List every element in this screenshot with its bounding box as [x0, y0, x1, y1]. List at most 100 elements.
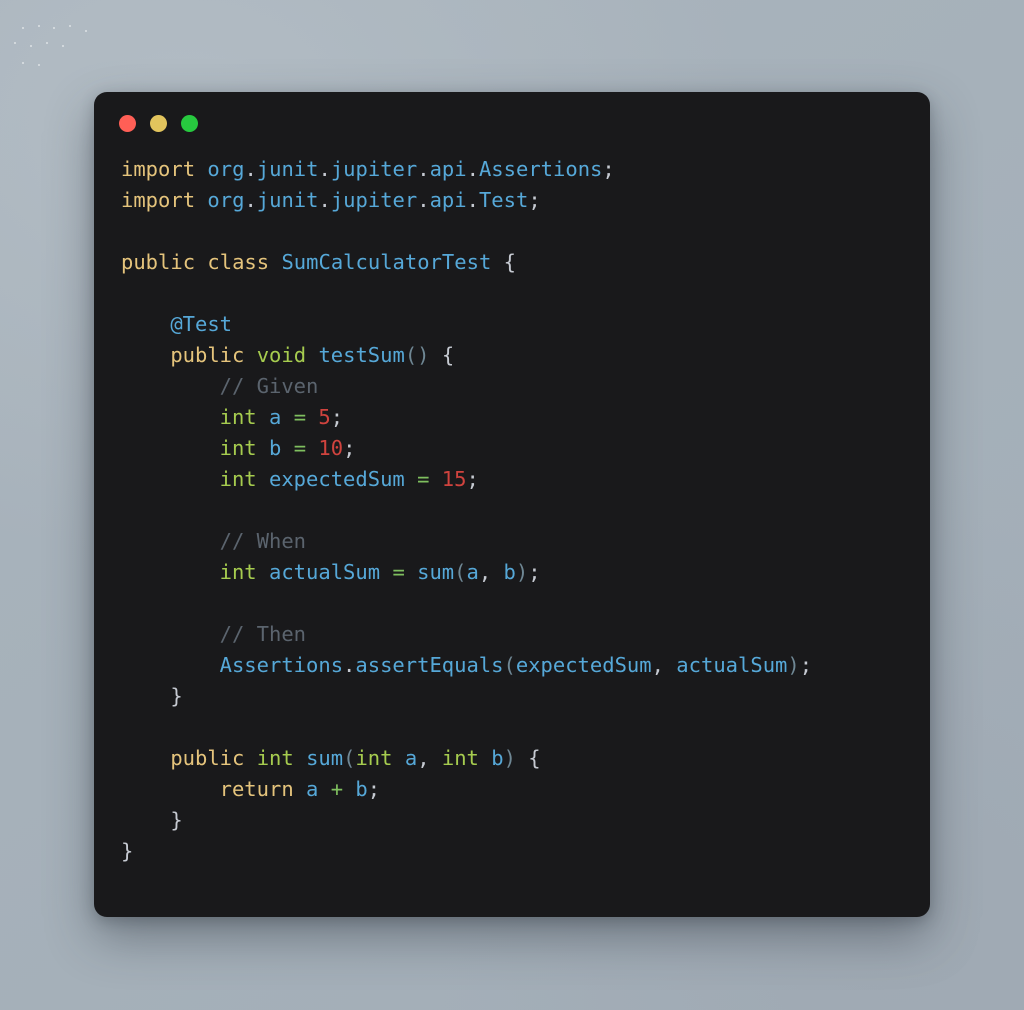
code-line: return a + b;: [121, 774, 930, 805]
code-token-id: junit: [256, 188, 319, 212]
code-token-id: Test: [478, 188, 529, 212]
code-token-op: =: [293, 405, 307, 429]
code-token-id: SumCalculatorTest: [281, 250, 492, 274]
code-token-id: Assertions: [478, 157, 603, 181]
code-token-pun: }: [121, 839, 134, 863]
code-token-op: =: [417, 467, 430, 491]
code-line: int a = 5;: [121, 402, 930, 433]
code-token-pun: .: [343, 653, 356, 677]
code-token-par: ): [503, 746, 516, 770]
code-line: int expectedSum = 15;: [121, 464, 930, 495]
code-token-id: actualSum: [269, 560, 381, 584]
code-token-id: a: [306, 777, 319, 801]
code-token-pun: [281, 436, 293, 460]
code-token-pun: {: [528, 746, 541, 770]
code-token-pun: [479, 746, 491, 770]
code-token-id: api: [429, 188, 467, 212]
code-token-typ: int: [256, 746, 294, 770]
code-token-pun: [244, 746, 256, 770]
code-token-pun: ;: [466, 467, 479, 491]
code-token-kw: class: [207, 250, 270, 274]
code-token-id: b: [355, 777, 368, 801]
code-token-id: a: [404, 746, 418, 770]
code-token-pun: [257, 405, 269, 429]
code-line: // Then: [121, 619, 930, 650]
code-token-pun: [405, 560, 417, 584]
code-token-typ: int: [441, 746, 479, 770]
code-token-op: =: [392, 560, 405, 584]
code-token-id: expectedSum: [515, 653, 652, 677]
code-token-pun: {: [441, 343, 455, 367]
code-token-id: b: [491, 746, 504, 770]
code-token-com: // Then: [219, 622, 307, 646]
code-token-id: sum: [306, 746, 344, 770]
code-token-kw: import: [121, 157, 196, 181]
code-token-kw: public: [170, 746, 245, 770]
code-block[interactable]: import org.junit.jupiter.api.Assertions;…: [94, 154, 930, 867]
code-token-par: ): [787, 653, 800, 677]
code-token-typ: int: [219, 436, 257, 460]
code-line: Assertions.assertEquals(expectedSum, act…: [121, 650, 930, 681]
code-line: }: [121, 805, 930, 836]
code-token-id: api: [429, 157, 467, 181]
code-token-pun: [195, 188, 207, 212]
code-token-pun: .: [417, 157, 430, 181]
code-token-kw: public: [170, 343, 245, 367]
code-token-pun: [516, 746, 528, 770]
code-token-pun: [257, 467, 269, 491]
code-token-id: b: [503, 560, 516, 584]
code-line: public int sum(int a, int b) {: [121, 743, 930, 774]
code-token-num: 5: [318, 405, 331, 429]
code-token-pun: [257, 436, 269, 460]
code-token-com: // Given: [219, 374, 319, 398]
maximize-button[interactable]: [181, 114, 198, 132]
code-token-pun: .: [244, 157, 257, 181]
code-token-pun: .: [466, 188, 479, 212]
code-token-pun: [195, 250, 207, 274]
code-token-id: assertEquals: [355, 653, 504, 677]
code-token-op: =: [293, 436, 307, 460]
code-line: public class SumCalculatorTest {: [121, 247, 930, 278]
code-token-pun: .: [318, 157, 331, 181]
code-token-pun: [393, 746, 405, 770]
close-button[interactable]: [119, 114, 136, 132]
decorative-dot-cluster: [14, 10, 87, 66]
code-token-typ: int: [355, 746, 393, 770]
code-token-pun: [294, 746, 306, 770]
code-token-par: ): [515, 560, 529, 584]
code-token-id: junit: [256, 157, 319, 181]
code-token-pun: [430, 746, 442, 770]
code-token-pun: ;: [799, 653, 813, 677]
code-token-pun: [430, 343, 442, 367]
code-token-pun: [294, 777, 306, 801]
code-token-pun: ;: [602, 157, 615, 181]
code-token-pun: [257, 560, 269, 584]
code-token-kw: public: [121, 250, 196, 274]
code-token-pun: [306, 436, 318, 460]
code-token-pun: ,: [651, 653, 664, 677]
code-token-pun: ;: [343, 436, 356, 460]
minimize-button[interactable]: [150, 114, 167, 132]
code-token-pun: [195, 157, 207, 181]
code-token-id: actualSum: [676, 653, 788, 677]
code-token-pun: [281, 405, 293, 429]
code-line: import org.junit.jupiter.api.Assertions;: [121, 154, 930, 185]
code-token-pun: .: [466, 157, 479, 181]
code-token-id: b: [269, 436, 282, 460]
code-token-num: 10: [318, 436, 344, 460]
code-token-pun: [429, 467, 441, 491]
code-token-pun: }: [170, 684, 183, 708]
code-token-pun: [491, 560, 503, 584]
code-token-pun: [306, 405, 318, 429]
code-token-num: 15: [441, 467, 467, 491]
code-token-par: (): [404, 343, 430, 367]
code-line: int b = 10;: [121, 433, 930, 464]
code-token-pun: ;: [330, 405, 344, 429]
code-token-pun: .: [318, 188, 331, 212]
code-token-pun: .: [244, 188, 257, 212]
code-token-id: org: [207, 157, 245, 181]
code-token-pun: [380, 560, 392, 584]
code-token-pun: ,: [417, 746, 430, 770]
code-token-par: (: [503, 653, 516, 677]
code-token-pun: {: [503, 250, 516, 274]
